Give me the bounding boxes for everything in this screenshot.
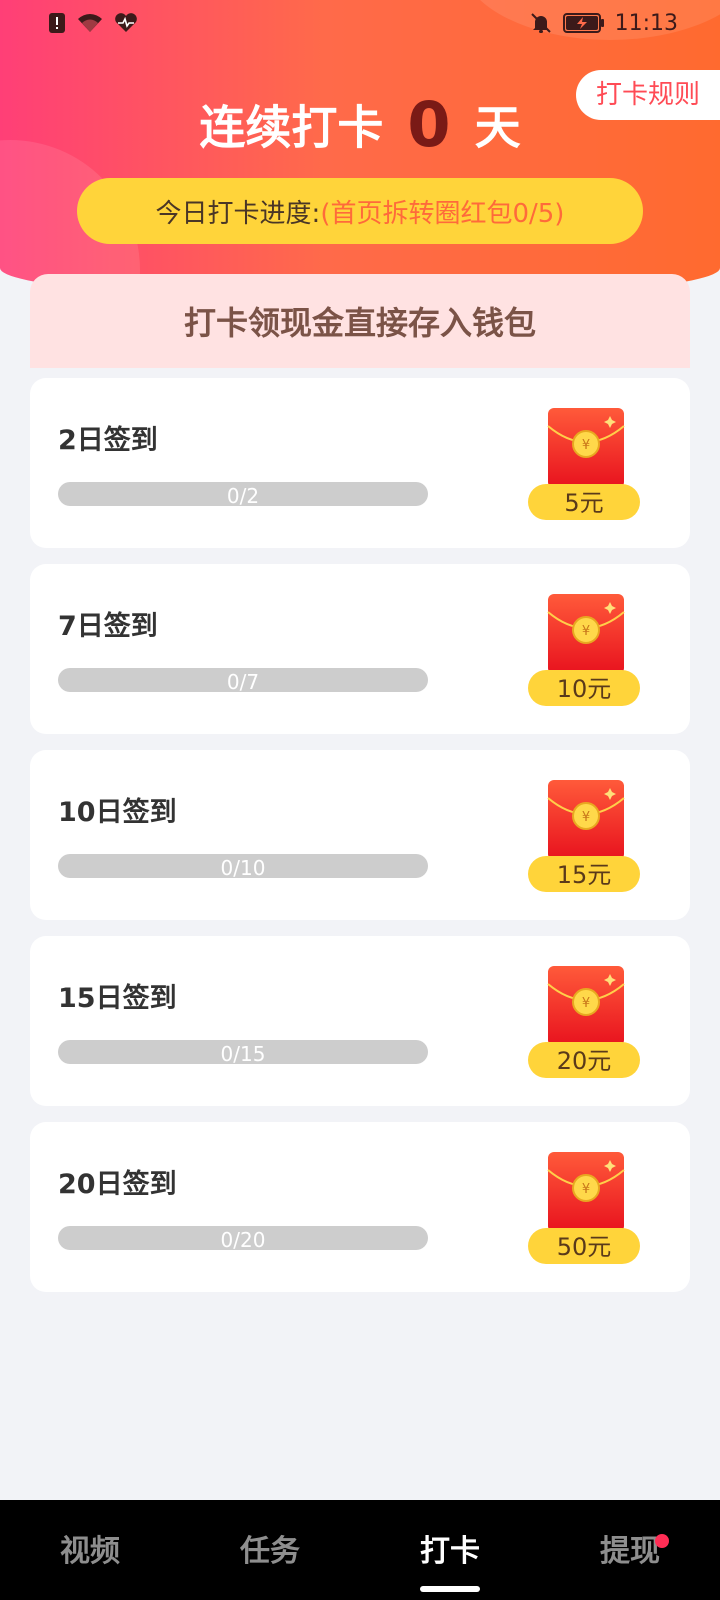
card-title: 15日签到 xyxy=(58,983,177,1014)
nav-tab-label: 视频 xyxy=(60,1534,120,1569)
heart-rate-icon xyxy=(114,12,138,34)
status-bar: 11:13 xyxy=(0,0,720,46)
streak-title: 连续打卡 0 天 xyxy=(0,88,720,161)
today-progress-detail: (首页拆转圈红包0/5) xyxy=(320,198,565,229)
streak-days: 0 xyxy=(407,88,451,161)
reward-amount-badge: 20元 xyxy=(528,1042,640,1078)
reward-card[interactable]: 2日签到 0/2 ¥5元 xyxy=(30,378,690,548)
reward-amount-badge: 50元 xyxy=(528,1228,640,1264)
reward-card[interactable]: 7日签到 0/7 ¥10元 xyxy=(30,564,690,734)
red-envelope-icon: ¥ xyxy=(546,1150,626,1234)
nav-tab-label: 任务 xyxy=(240,1534,300,1569)
red-envelope-icon: ¥ xyxy=(546,778,626,862)
reward-amount-badge: 15元 xyxy=(528,856,640,892)
progress-text: 0/10 xyxy=(220,856,266,880)
notifications-off-icon xyxy=(529,11,553,35)
red-envelope-icon: ¥ xyxy=(546,592,626,676)
nav-tab-video[interactable]: 视频 xyxy=(0,1500,180,1600)
svg-text:¥: ¥ xyxy=(582,438,590,453)
nav-tab-checkin[interactable]: 打卡 xyxy=(360,1500,540,1600)
card-title: 7日签到 xyxy=(58,611,158,642)
active-tab-indicator xyxy=(420,1586,480,1592)
svg-text:¥: ¥ xyxy=(582,810,590,825)
svg-text:¥: ¥ xyxy=(582,1182,590,1197)
streak-suffix: 天 xyxy=(474,100,521,155)
nav-tab-label: 提现 xyxy=(600,1534,660,1569)
section-banner: 打卡领现金直接存入钱包 xyxy=(30,274,690,368)
nav-tab-tasks[interactable]: 任务 xyxy=(180,1500,360,1600)
nav-tab-label: 打卡 xyxy=(420,1534,480,1569)
status-time: 11:13 xyxy=(614,10,678,36)
card-title: 10日签到 xyxy=(58,797,177,828)
progress-text: 0/7 xyxy=(226,670,260,694)
battery-charging-icon xyxy=(562,12,605,34)
nav-tab-withdraw[interactable]: 提现 xyxy=(540,1500,720,1600)
svg-text:¥: ¥ xyxy=(582,996,590,1011)
alert-icon xyxy=(48,12,66,34)
red-envelope-icon: ¥ xyxy=(546,964,626,1048)
reward-card[interactable]: 15日签到 0/15 ¥20元 xyxy=(30,936,690,1106)
progress-text: 0/2 xyxy=(226,484,260,508)
svg-text:¥: ¥ xyxy=(582,624,590,639)
notification-dot xyxy=(655,1534,669,1548)
today-progress-label: 今日打卡进度: xyxy=(155,198,321,229)
reward-amount-badge: 5元 xyxy=(528,484,640,520)
reward-card[interactable]: 10日签到 0/10 ¥15元 xyxy=(30,750,690,920)
red-envelope-icon: ¥ xyxy=(546,406,626,490)
bottom-nav: 视频 任务 打卡 提现 xyxy=(0,1500,720,1600)
reward-amount-badge: 10元 xyxy=(528,670,640,706)
streak-prefix: 连续打卡 xyxy=(199,100,384,155)
progress-text: 0/20 xyxy=(220,1228,266,1252)
card-title: 2日签到 xyxy=(58,425,158,456)
wifi-icon xyxy=(76,12,104,34)
today-progress-pill: 今日打卡进度: (首页拆转圈红包0/5) xyxy=(77,178,643,244)
card-title: 20日签到 xyxy=(58,1169,177,1200)
reward-card[interactable]: 20日签到 0/20 ¥50元 xyxy=(30,1122,690,1292)
progress-text: 0/15 xyxy=(220,1042,266,1066)
